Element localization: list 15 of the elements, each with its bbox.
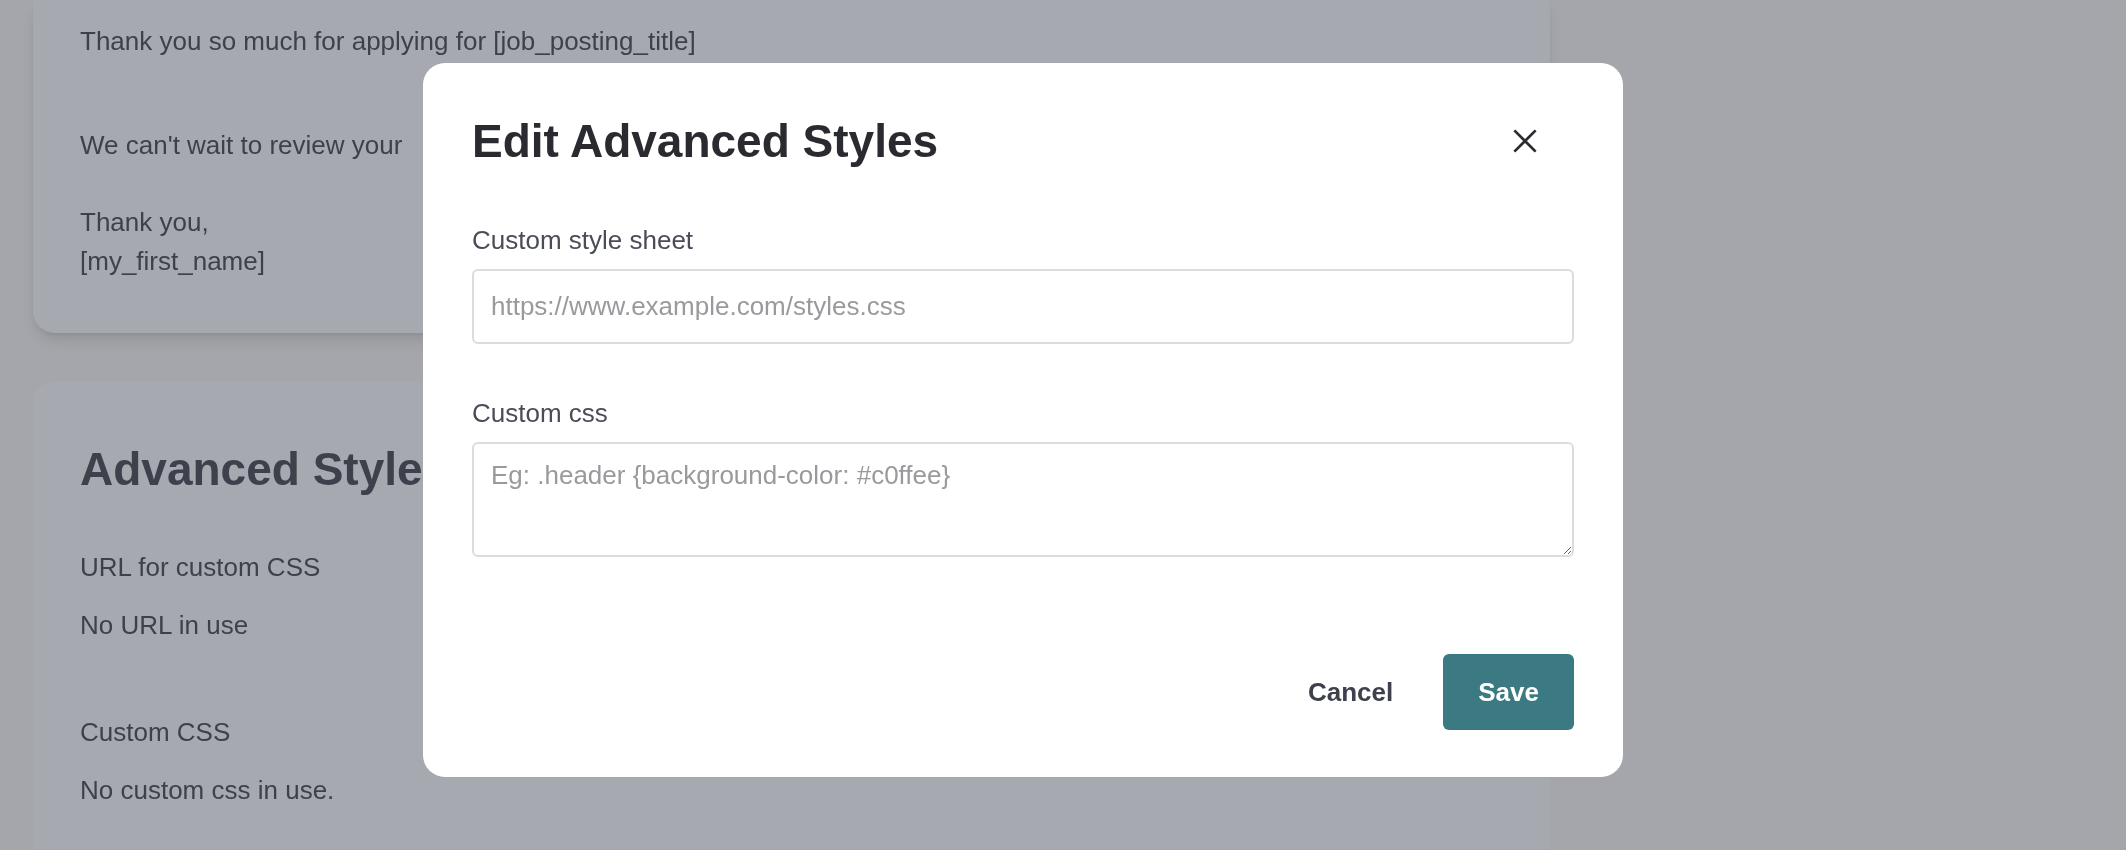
- email-paragraph: We can't wait to review your: [80, 129, 403, 162]
- url-input-field[interactable]: https://www.example.com/styles.css: [472, 269, 1574, 344]
- save-button[interactable]: Save: [1443, 654, 1574, 730]
- field-label: URL for custom CSS: [80, 551, 321, 584]
- section-title: Advanced Style: [80, 442, 423, 497]
- cancel-button[interactable]: Cancel: [1298, 654, 1404, 730]
- field-label: Custom css: [472, 397, 608, 430]
- email-paragraph: Thank you so much for applying for [job_posting_title]: [80, 28, 696, 54]
- field-label: Custom style sheet: [472, 224, 694, 257]
- dialog-title: Edit Advanced Styles: [472, 114, 939, 169]
- field-label: Custom CSS: [80, 716, 231, 749]
- css-text-area[interactable]: Eg: .header {background-color: #c0ffee}: [472, 442, 1574, 557]
- field-value: No custom css in use.: [80, 774, 335, 807]
- field-value: No URL in use: [80, 609, 249, 642]
- email-paragraph: Thank you, [my_first_name]: [80, 206, 265, 278]
